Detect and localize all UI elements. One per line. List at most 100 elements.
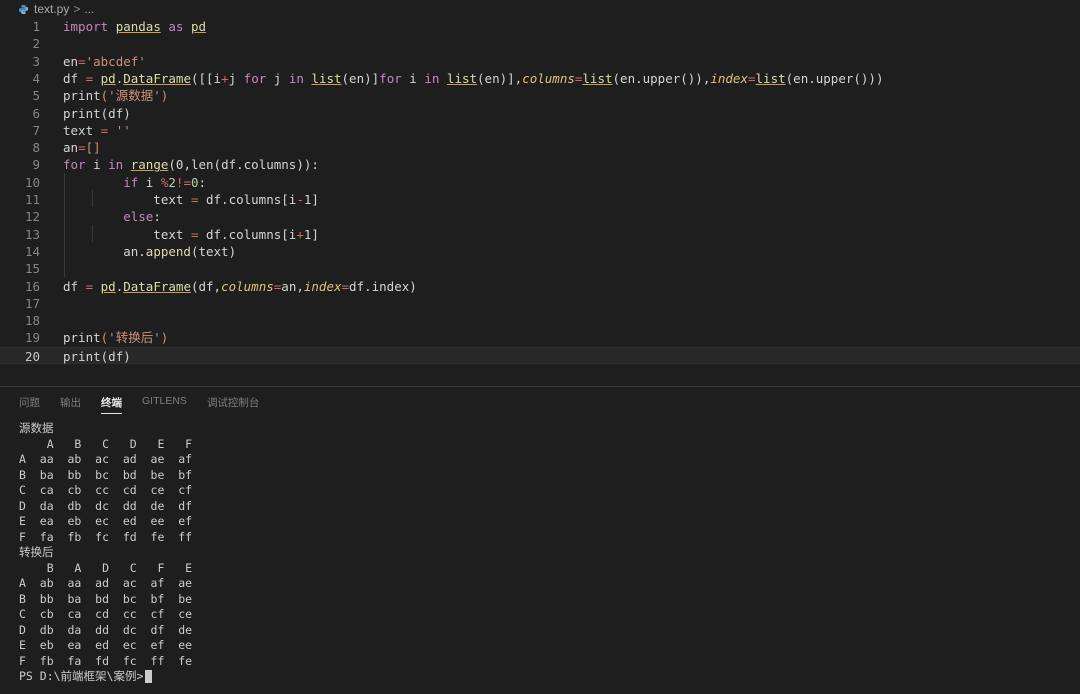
code-line[interactable]: 1 import pandas as pd	[0, 18, 1080, 35]
terminal-line: B bb ba bd bc bf be	[19, 591, 193, 606]
line-number: 5	[32, 88, 40, 104]
code-token: index	[303, 278, 342, 294]
code-token: =	[78, 140, 86, 156]
panel-tab[interactable]: 输出	[60, 395, 81, 414]
code-token: (df,	[190, 278, 222, 294]
code-line[interactable]: 10 if i %2!=0:	[0, 174, 1080, 191]
code-token: for	[63, 157, 86, 173]
terminal-line: F fa fb fc fd fe ff	[19, 529, 193, 544]
code-text: an=[]	[63, 139, 101, 156]
code-token: in	[108, 157, 124, 173]
code-text: if i %2!=0:	[63, 174, 206, 191]
line-number: 14	[24, 243, 40, 259]
line-number: 1	[32, 19, 40, 34]
code-line[interactable]: 12 else:	[0, 208, 1080, 225]
terminal-line: E ea eb ec ed ee ef	[19, 514, 193, 528]
line-number: 9	[32, 157, 40, 173]
code-token: if	[123, 174, 139, 190]
panel-tab[interactable]: 终端	[101, 395, 122, 414]
code-token: i	[85, 157, 109, 173]
code-token: print	[63, 330, 101, 346]
code-token: ''	[115, 122, 131, 138]
code-line[interactable]: 4 df = pd.DataFrame([[i+j for j in list(e…	[0, 70, 1080, 87]
terminal-line: 源数据	[19, 421, 54, 435]
code-token: 'abcdef'	[85, 53, 146, 69]
code-line[interactable]: 15	[0, 260, 1080, 277]
terminal-line: 转换后	[19, 545, 54, 559]
code-line[interactable]: 7 text = ''	[0, 122, 1080, 139]
code-line[interactable]: 18	[0, 312, 1080, 329]
code-token: +	[296, 226, 304, 242]
code-token: df.columns[i	[198, 192, 297, 207]
code-line[interactable]: 19 print('转换后')	[0, 329, 1080, 346]
code-line[interactable]: 11 text = df.columns[i-1]	[0, 191, 1080, 208]
line-number: 13	[24, 226, 40, 242]
code-token: df	[63, 70, 79, 86]
code-line[interactable]: 6 print(df)	[0, 105, 1080, 122]
line-number: 10	[24, 174, 40, 190]
code-line[interactable]: 5 print('源数据')	[0, 87, 1080, 104]
line-number: 18	[24, 313, 40, 329]
code-token: 1]	[303, 192, 319, 207]
panel-tab[interactable]: 问题	[19, 395, 40, 414]
code-text: else:	[63, 208, 161, 225]
code-text: print(df)	[63, 105, 131, 122]
code-token: 0	[190, 174, 199, 190]
code-token: for	[243, 70, 267, 86]
code-token: text	[63, 226, 191, 242]
terminal-line: E eb ea ed ec ef ee	[19, 638, 193, 652]
code-token: []	[85, 140, 101, 156]
terminal-prompt[interactable]: PS D:\前端框架\案例>	[19, 669, 192, 685]
code-token: an,	[281, 278, 304, 294]
code-token: as	[168, 19, 184, 34]
code-token: (en)],	[477, 70, 523, 86]
code-line[interactable]: 17	[0, 295, 1080, 312]
code-token: j	[266, 70, 289, 86]
code-token: list	[755, 70, 786, 86]
breadcrumb-file[interactable]: text.py	[34, 2, 69, 16]
code-token: df.columns[i	[198, 226, 297, 242]
code-token: i	[138, 174, 161, 190]
panel-tab[interactable]: GITLENS	[142, 395, 187, 414]
terminal-output[interactable]: 源数据 A B C D E FA aa ab ac ad ae af B ba b…	[19, 421, 192, 685]
code-token: (0,len(df.columns)):	[168, 157, 319, 173]
code-editor[interactable]: 1 import pandas as pd 2 3 en='abcdef' 4 df = p…	[0, 18, 1080, 385]
breadcrumb[interactable]: text.py > ...	[0, 0, 1080, 18]
code-token: :	[198, 174, 207, 190]
code-text: an.append(text)	[63, 243, 236, 260]
code-token: 2	[168, 174, 176, 190]
code-line[interactable]: 13 text = df.columns[i+1]	[0, 226, 1080, 243]
terminal-line: B A D C F E	[19, 560, 193, 575]
code-token: an.	[63, 243, 146, 259]
panel-tabs: 问题 输出 终端 GITLENS 调试控制台	[19, 395, 259, 414]
terminal-line: D db da dd dc df de	[19, 622, 193, 637]
panel-tab[interactable]: 调试控制台	[207, 395, 260, 414]
code-line[interactable]: 8 an=[]	[0, 139, 1080, 156]
code-token: ([[	[190, 70, 214, 86]
line-number: 11	[24, 192, 40, 207]
code-line[interactable]: 3 en='abcdef'	[0, 53, 1080, 70]
line-number: 6	[32, 105, 40, 121]
chevron-right-icon: >	[73, 2, 81, 16]
code-line[interactable]: 16 df = pd.DataFrame(df,columns=an,index=…	[0, 278, 1080, 295]
code-text: print(df)	[63, 348, 131, 365]
terminal-line: A B C D E F	[19, 436, 193, 451]
line-number: 17	[24, 295, 40, 311]
code-line[interactable]: 2	[0, 35, 1080, 52]
code-line[interactable]: 20 print(df)	[0, 346, 1080, 365]
code-text: df = pd.DataFrame(df,columns=an,index=df…	[63, 278, 417, 295]
breadcrumb-more[interactable]: ...	[84, 2, 94, 16]
code-token: pandas	[115, 19, 161, 34]
code-token: for	[379, 70, 402, 86]
line-number: 19	[24, 330, 40, 346]
code-token: =	[748, 70, 756, 86]
terminal-line: D da db dc dd de df	[19, 498, 193, 513]
code-token: text	[63, 122, 94, 138]
code-line[interactable]: 9 for i in range(0,len(df.columns)):	[0, 156, 1080, 173]
line-number: 3	[32, 53, 40, 69]
code-line[interactable]: 14 an.append(text)	[0, 243, 1080, 260]
code-text: text = df.columns[i+1]	[63, 226, 319, 243]
line-number: 8	[32, 140, 40, 156]
